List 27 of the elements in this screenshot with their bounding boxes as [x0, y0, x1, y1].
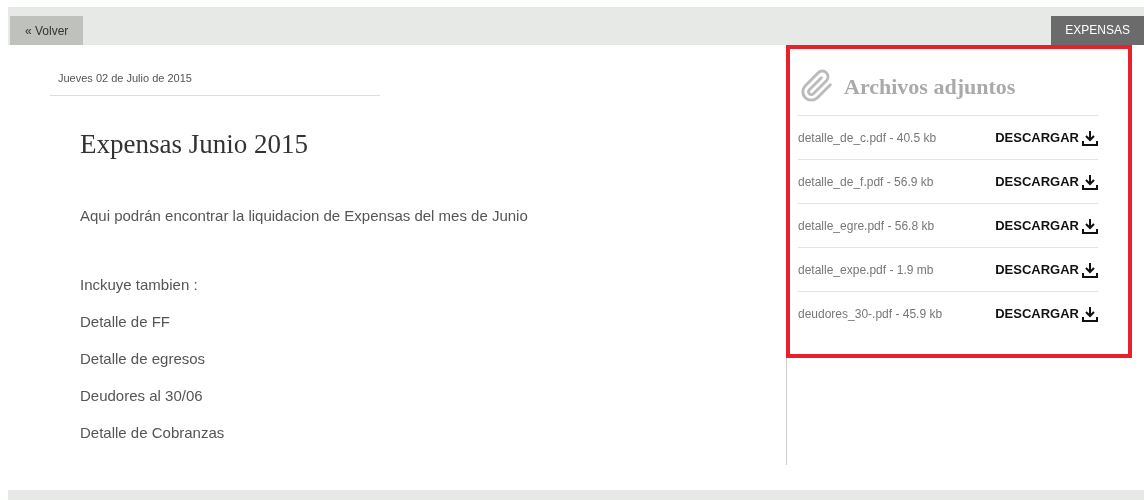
download-link[interactable]: DESCARGAR [995, 171, 1098, 192]
download-link[interactable]: DESCARGAR [995, 215, 1098, 236]
download-link[interactable]: DESCARGAR [995, 259, 1098, 280]
post-line: Deudores al 30/06 [80, 386, 204, 405]
download-link[interactable]: DESCARGAR [995, 127, 1098, 148]
attachments-title: Archivos adjuntos [844, 72, 1016, 101]
download-icon [1082, 129, 1098, 146]
back-button[interactable]: « Volver [10, 16, 84, 45]
file-name: detalle_de_c.pdf - 40.5 kb [798, 129, 937, 147]
file-name: detalle_expe.pdf - 1.9 mb [798, 261, 934, 279]
post-line: Detalle de Cobranzas [80, 423, 226, 442]
download-icon [1082, 306, 1098, 322]
download-link[interactable]: DESCARGAR [995, 304, 1098, 324]
file-name: detalle_egre.pdf - 56.8 kb [798, 217, 935, 235]
post-line: Detalle de FF [80, 312, 172, 331]
post-title: Expensas Junio 2015 [80, 128, 309, 161]
category-tag[interactable]: EXPENSAS [1051, 16, 1144, 45]
download-icon [1082, 261, 1098, 278]
download-icon [1082, 217, 1098, 234]
post-date: Jueves 02 de Julio de 2015 [58, 72, 192, 84]
download-icon [1082, 173, 1098, 190]
paperclip-icon [800, 69, 834, 103]
post-line: Inckuye tambien : [80, 275, 199, 294]
post-intro: Aqui podrán encontrar la liquidacion de Expensas del mes de Junio [80, 205, 529, 226]
file-name: detalle_de_f.pdf - 56.9 kb [798, 173, 934, 191]
post-line: Detalle de egresos [80, 349, 207, 368]
file-name: deudores_30-.pdf - 45.9 kb [798, 306, 943, 323]
